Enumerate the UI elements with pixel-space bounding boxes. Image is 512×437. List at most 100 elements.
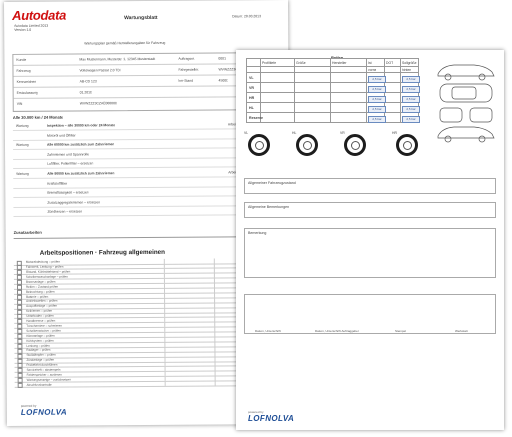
pressure-input[interactable]: 2,5 bar (402, 95, 420, 103)
table-cell[interactable] (385, 103, 401, 113)
table-row-label: HL (249, 106, 254, 110)
document-title: Wartungsblatt (124, 14, 158, 22)
pressure-input[interactable]: 2,5 bar (368, 85, 386, 93)
pressure-input[interactable]: 2,5 bar (402, 85, 420, 93)
table-cell[interactable] (261, 73, 295, 83)
table-cell[interactable] (331, 113, 367, 123)
work-item-text: Auspuffanlage – prüfen (26, 304, 58, 309)
pressure-input[interactable]: 2,5 bar (368, 75, 386, 83)
inspection-text: Zusatzaggregateriemen – ersetzen (47, 200, 101, 205)
general-remarks-box[interactable]: Allgemeine Bemerkungen (244, 202, 496, 218)
work-item-text: Scheibenwaschanlage – prüfen (25, 274, 68, 279)
info-value: 45000 (218, 78, 229, 83)
table-cell[interactable] (385, 73, 401, 83)
pressure-input[interactable]: 2,5 bar (368, 105, 386, 113)
footer-label: Stempel (395, 329, 407, 333)
work-column-divider (164, 312, 166, 318)
info-value: 0001 (218, 56, 226, 61)
info-label: Kennzeichen (16, 79, 37, 84)
section-title: Zusatzarbeiten (13, 229, 42, 235)
inspection-text: Zahnriemen und Spannrolle (47, 152, 89, 157)
info-label: Fahrgestellnr. (178, 67, 200, 72)
table-header: DOT (386, 61, 394, 65)
work-item-text: Fehlerspeicher – auslesen (26, 372, 62, 377)
inspection-tag: Wartung (15, 123, 29, 128)
info-value: AB-CD 123 (79, 79, 97, 84)
table-cell[interactable] (331, 83, 367, 93)
table-subheader: hinten (402, 68, 412, 72)
inspection-text: Alle 90000 km zusätzlich zum Zahnriemen (47, 171, 115, 176)
table-cell[interactable] (295, 113, 331, 123)
work-column-divider (164, 298, 166, 303)
car-outline-icon (437, 64, 495, 143)
work-item-text: Zündanlage – prüfen (26, 357, 55, 363)
table-cell[interactable] (331, 103, 367, 113)
work-item-text: Radlager – prüfen (26, 348, 51, 353)
table-cell[interactable] (295, 93, 331, 103)
work-column-divider (164, 322, 166, 328)
work-item-text: Scheibenwischer – prüfen (26, 328, 61, 333)
table-cell[interactable] (385, 113, 401, 123)
work-item-text: Lenkung – prüfen (26, 343, 50, 348)
table-header: Größe (296, 61, 306, 65)
inspection-text: Alle 60000 km zusätzlich zum Zahnriemen (46, 142, 115, 147)
inspection-text: Kraftstofffilter (47, 181, 68, 186)
table-cell[interactable] (295, 103, 331, 113)
pressure-input[interactable]: 2,5 bar (402, 115, 420, 123)
work-item-text: Motorabdeckung – prüfen (25, 259, 61, 265)
work-item-text: Abschlusskontrolle (26, 382, 52, 387)
footer-label: Datum, Unterschrift Auftraggeber (315, 329, 359, 333)
footer-label: Werkstatt (455, 329, 468, 333)
info-label: Auftragsnr. (178, 56, 195, 61)
table-cell[interactable] (261, 113, 295, 123)
table-cell[interactable] (331, 93, 367, 103)
info-value: Max Mustermann, Musterstr. 1, 12345 Must… (79, 56, 156, 62)
inspection-text: Inspektion – alle 30000 km oder 24 Monat… (46, 123, 116, 128)
tire-table: Profiltiefe Größe Hersteller Ist DOT Sollgröß… (246, 58, 420, 123)
table-cell[interactable] (295, 73, 331, 83)
pressure-input[interactable]: 2,5 bar (402, 105, 420, 113)
info-label: VIN (16, 101, 23, 106)
work-column-divider (164, 327, 166, 333)
inspection-title: Alle 30.000 km / 24 Monate (12, 114, 64, 120)
work-column-divider (164, 361, 166, 367)
work-checkbox[interactable] (17, 382, 23, 389)
pressure-input[interactable]: 2,5 bar (368, 115, 386, 123)
work-column-divider (214, 381, 216, 386)
table-cell[interactable] (261, 93, 295, 103)
pressure-input[interactable]: 2,5 bar (402, 75, 420, 83)
inspection-text: Zündkerzen – ersetzen (47, 209, 83, 215)
table-cell[interactable] (385, 93, 401, 103)
tire-label: HR (392, 131, 397, 135)
pressure-input[interactable]: 2,5 bar (368, 95, 386, 103)
work-item-text: Stoßdämpfer – prüfen (26, 353, 56, 358)
table-row-label: VR (249, 86, 254, 90)
info-value: WVWZZZ3CZAE000000 (79, 101, 117, 106)
inspection-tag: Wartung (16, 171, 29, 176)
tire-icon (248, 134, 270, 156)
table-cell[interactable] (385, 83, 401, 93)
brand-logo: LOFNOLVA (20, 407, 68, 417)
table-cell[interactable] (261, 83, 295, 93)
work-item-text: Probefahrt durchführen (26, 362, 58, 368)
work-column-divider (163, 263, 165, 269)
remarks-box[interactable]: Bemerkung (244, 228, 496, 278)
table-cell[interactable] (261, 103, 295, 113)
tire-icon (296, 134, 318, 156)
tire-icon (344, 134, 366, 156)
box-title: Allgemeine Bemerkungen (248, 205, 290, 209)
work-item-text: Fahrwerk, Lenkung – prüfen (25, 264, 64, 270)
info-value: Volkswagen Passat 2.0 TDI (79, 68, 121, 73)
signature-box[interactable]: Datum, Unterschrift Datum, Unterschrift … (244, 294, 496, 334)
table-cell[interactable] (295, 83, 331, 93)
work-column-divider (164, 302, 166, 308)
tire-label: VL (244, 131, 249, 135)
tire-icon (396, 134, 418, 156)
info-label: km-Stand (178, 78, 194, 83)
work-item-text: Kühlsystem – prüfen (26, 338, 54, 343)
vehicle-condition-box[interactable]: Allgemeiner Fahrzeugzustand (244, 178, 496, 194)
logo-subtext: Autodata Limited 2013 Version 1.0 (14, 24, 74, 33)
work-item-text: Klimaanlage – prüfen (26, 333, 55, 338)
table-cell[interactable] (331, 73, 367, 83)
document-date: Datum: 20.03.2013 (232, 14, 261, 19)
